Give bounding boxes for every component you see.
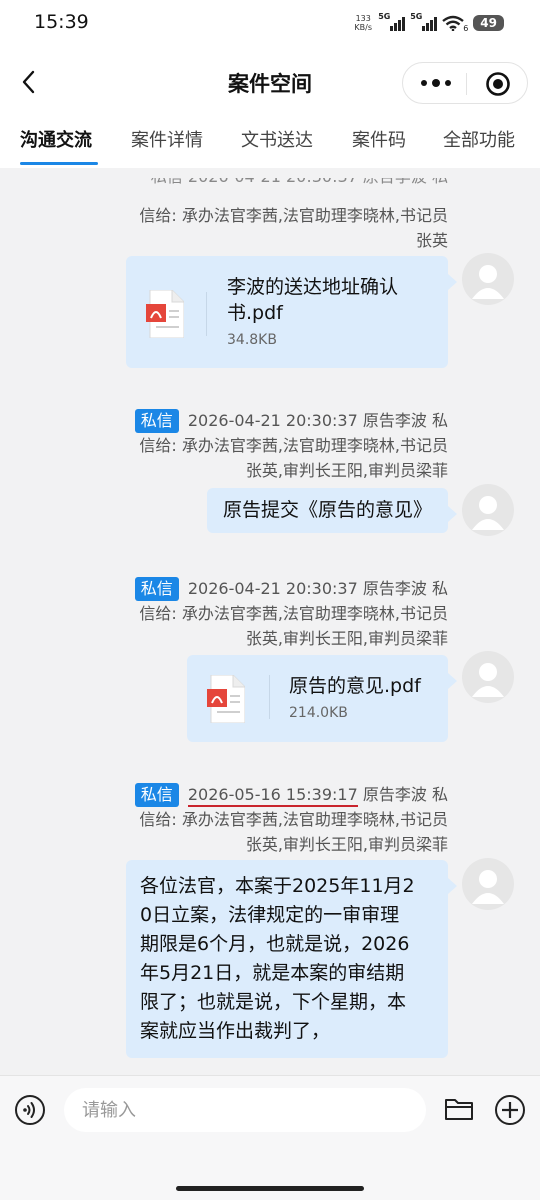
signal-icon: 5G: [378, 12, 406, 31]
message-header-text: 私信 2026-04-21 20:30:37 原告李波 私: [28, 178, 448, 189]
message-suffix: 私: [431, 411, 448, 430]
recipients-line: 张英,审判长王阳,审判员梁菲: [245, 835, 448, 854]
file-message-bubble[interactable]: 原告的意见.pdf 214.0KB: [187, 655, 457, 742]
message-timestamp: 2026-05-16 15:39:17: [187, 785, 358, 807]
file-size: 34.8KB: [227, 332, 277, 348]
message-header: 私信 2026-04-21 20:30:37 原告李波 私 信给: 承办法官李茜…: [28, 408, 448, 483]
private-message-tag: 私信: [134, 783, 179, 807]
file-message-bubble[interactable]: 李波的送达地址确认 书.pdf 34.8KB: [126, 256, 457, 368]
signal-label: 5G: [378, 12, 391, 21]
message-text-line: 案就应当作出裁判了，: [140, 1020, 331, 1042]
message-timestamp: 2026-04-21 20:30:37: [187, 579, 358, 598]
wifi-sub: 6: [463, 23, 469, 33]
plus-icon[interactable]: [494, 1094, 526, 1126]
tab-all-functions[interactable]: 全部功能: [443, 126, 515, 152]
message-text-line: 限了；也就是说，下个星期，本: [140, 991, 407, 1013]
tab-case-code[interactable]: 案件码: [352, 126, 406, 152]
pdf-icon: [146, 290, 184, 338]
net-speed: 133 KB/s: [353, 14, 373, 32]
recipients-line: 信给: 承办法官李茜,法官助理李晓林,书记员: [139, 604, 448, 623]
folder-icon[interactable]: [444, 1096, 474, 1122]
recipients-line: 信给: 承办法官李茜,法官助理李晓林,书记员: [139, 436, 448, 455]
message-text-line: 期限是6个月，也就是说，2026: [140, 933, 410, 955]
private-message-tag: 私信: [134, 409, 179, 433]
recipients-line: 张英,审判长王阳,审判员梁菲: [245, 461, 448, 480]
default-avatar-icon[interactable]: [462, 253, 514, 305]
file-name-line: 书.pdf: [227, 302, 283, 324]
message-header-clipped: 私信 2026-04-21 20:30:37 原告李波 私: [28, 178, 448, 203]
message-sender: 原告李波: [362, 411, 427, 430]
recipients-line: 张英: [415, 231, 448, 250]
file-separator: [269, 675, 270, 719]
status-bar: 15:39 133 KB/s 5G 5G 6 49: [0, 0, 540, 48]
message-header: 私信 2026-04-21 20:30:37 原告李波 私 信给: 承办法官李茜…: [28, 576, 448, 651]
default-avatar-icon[interactable]: [462, 484, 514, 536]
message-sender: 原告李波: [362, 785, 427, 804]
message-sender: 原告李波: [362, 579, 427, 598]
message-suffix: 私: [431, 785, 448, 804]
pdf-icon: [207, 675, 245, 723]
active-tab-indicator: [20, 162, 98, 165]
tab-document-delivery[interactable]: 文书送达: [241, 126, 313, 152]
file-name-line: 李波的送达地址确认: [227, 276, 399, 298]
message-recipients: 信给: 承办法官李茜,法官助理李晓林,书记员 张英: [28, 203, 448, 253]
tab-bar: 沟通交流 案件详情 文书送达 案件码 全部功能: [0, 116, 540, 168]
message-header: 私信 2026-05-16 15:39:17 原告李波 私 信给: 承办法官李茜…: [28, 782, 448, 857]
file-name: 原告的意见.pdf: [289, 675, 421, 697]
text-message-bubble[interactable]: 各位法官，本案于2025年11月2 0日立案，法律规定的一审审理 期限是6个月，…: [126, 860, 457, 1058]
battery-level: 49: [473, 15, 504, 31]
nav-bar: 案件空间: [0, 48, 540, 116]
voice-icon[interactable]: [14, 1094, 46, 1126]
tab-case-details[interactable]: 案件详情: [131, 126, 203, 152]
message-input-bar: [0, 1075, 540, 1200]
message-text: 原告提交《原告的意见》: [222, 499, 432, 521]
file-size: 214.0KB: [289, 705, 348, 721]
recipients-line: 张英,审判长王阳,审判员梁菲: [245, 629, 448, 648]
signal-icon: 5G: [410, 12, 438, 31]
message-timestamp: 2026-04-21 20:30:37: [187, 411, 358, 430]
capsule-divider: [466, 73, 467, 95]
message-text-line: 各位法官，本案于2025年11月2: [140, 875, 415, 897]
target-icon[interactable]: [485, 71, 511, 97]
message-suffix: 私: [431, 579, 448, 598]
tab-communication[interactable]: 沟通交流: [20, 126, 92, 152]
recipients-line: 信给: 承办法官李茜,法官助理李晓林,书记员: [139, 206, 448, 225]
more-dots-icon[interactable]: [421, 75, 451, 91]
home-indicator[interactable]: [176, 1186, 364, 1191]
wifi-icon: [442, 15, 464, 31]
net-speed-unit: KB/s: [354, 23, 372, 32]
message-text-line: 0日立案，法律规定的一审审理: [140, 904, 400, 926]
text-message-bubble[interactable]: 原告提交《原告的意见》: [206, 488, 458, 533]
message-input[interactable]: [64, 1088, 426, 1132]
status-time: 15:39: [34, 11, 89, 33]
mini-program-capsule: [402, 62, 528, 104]
signal-label: 5G: [410, 12, 423, 21]
file-separator: [206, 292, 207, 336]
default-avatar-icon[interactable]: [462, 858, 514, 910]
file-name: 李波的送达地址确认 书.pdf: [227, 274, 398, 326]
status-icons: 133 KB/s 5G 5G 6 49: [353, 12, 504, 34]
recipients-line: 信给: 承办法官李茜,法官助理李晓林,书记员: [139, 810, 448, 829]
private-message-tag: 私信: [134, 577, 179, 601]
net-speed-value: 133: [355, 14, 371, 23]
chat-area[interactable]: 私信 2026-04-21 20:30:37 原告李波 私 信给: 承办法官李茜…: [0, 168, 540, 1075]
default-avatar-icon[interactable]: [462, 651, 514, 703]
message-text-line: 年5月21日，就是本案的审结期: [140, 962, 405, 984]
